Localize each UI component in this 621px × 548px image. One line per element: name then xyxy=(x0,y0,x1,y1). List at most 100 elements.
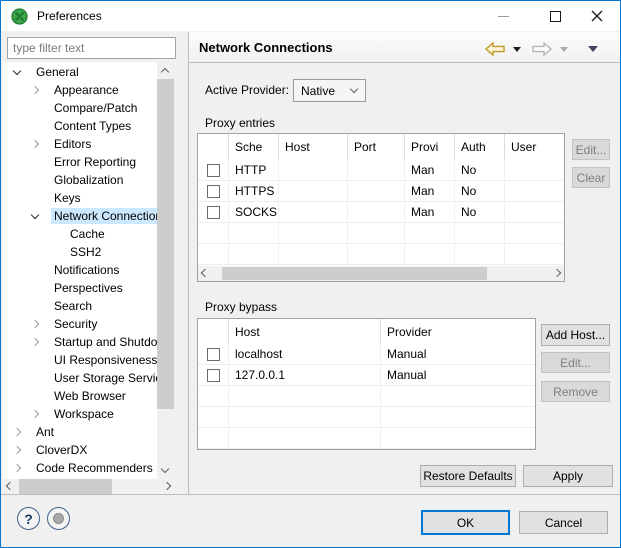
proxy-bypass-table: Host Provider localhost Manual 127.0.0.1… xyxy=(197,318,536,450)
tree-item-editors[interactable]: Editors xyxy=(3,135,157,153)
scroll-right-icon[interactable] xyxy=(163,482,171,490)
row-checkbox[interactable] xyxy=(207,369,220,382)
table-row[interactable]: localhost Manual xyxy=(198,344,535,365)
tree-item-ant[interactable]: Ant xyxy=(3,423,157,441)
active-provider-select[interactable]: Native xyxy=(293,79,366,102)
add-host-button[interactable]: Add Host... xyxy=(541,324,610,346)
filter-input[interactable] xyxy=(7,37,176,59)
table-row[interactable]: HTTP Man No xyxy=(198,160,564,181)
row-checkbox[interactable] xyxy=(207,164,220,177)
row-checkbox[interactable] xyxy=(207,185,220,198)
dropdown-icon xyxy=(513,47,521,52)
tree-vertical-scrollbar[interactable] xyxy=(157,62,174,479)
dropdown-icon xyxy=(560,47,568,52)
scroll-left-icon[interactable] xyxy=(201,269,209,277)
table-horizontal-scrollbar[interactable] xyxy=(198,266,564,281)
view-menu-button[interactable] xyxy=(588,46,598,52)
help-button[interactable]: ? xyxy=(17,507,40,530)
tree-item-content-types[interactable]: Content Types xyxy=(3,117,157,135)
proxy-entries-edit-button[interactable]: Edit... xyxy=(572,139,610,160)
column-header-host[interactable]: Host xyxy=(279,134,348,160)
page-title: Network Connections xyxy=(199,40,333,55)
proxy-entries-clear-button[interactable]: Clear xyxy=(572,167,610,188)
tree-item-security[interactable]: Security xyxy=(3,315,157,333)
tree-item-cloverdx[interactable]: CloverDX xyxy=(3,441,157,459)
forward-button[interactable] xyxy=(532,42,552,56)
chevron-right-icon[interactable] xyxy=(31,410,39,418)
tree-item-code-recommenders[interactable]: Code Recommenders xyxy=(3,459,157,477)
chevron-down-icon[interactable] xyxy=(13,66,21,74)
back-button[interactable] xyxy=(485,42,505,56)
proxy-bypass-header: Host Provider xyxy=(198,319,535,344)
scroll-right-icon[interactable] xyxy=(553,269,561,277)
row-checkbox[interactable] xyxy=(207,206,220,219)
tree-item-keys[interactable]: Keys xyxy=(3,189,157,207)
ok-button[interactable]: OK xyxy=(421,510,510,535)
maximize-button[interactable] xyxy=(535,1,575,31)
scrollbar-thumb[interactable] xyxy=(19,479,112,494)
tree-item-cache[interactable]: Cache xyxy=(3,225,157,243)
scroll-down-icon[interactable] xyxy=(161,465,169,473)
panel-divider[interactable] xyxy=(188,32,189,494)
forward-arrow-icon xyxy=(532,42,552,56)
column-header-provider[interactable]: Provi xyxy=(405,134,455,160)
tree-item-compare-patch[interactable]: Compare/Patch xyxy=(3,99,157,117)
tree-item-ssh2[interactable]: SSH2 xyxy=(3,243,157,261)
preferences-tree: General Appearance Compare/Patch Content… xyxy=(3,62,157,479)
forward-menu-button[interactable] xyxy=(560,47,568,52)
chevron-down-icon[interactable] xyxy=(31,210,39,218)
chevron-right-icon[interactable] xyxy=(13,464,21,472)
column-header-host[interactable]: Host xyxy=(229,319,381,344)
tree-item-perspectives[interactable]: Perspectives xyxy=(3,279,157,297)
table-row[interactable]: 127.0.0.1 Manual xyxy=(198,365,535,386)
tree-item-ui-responsiveness[interactable]: UI Responsiveness Monitoring xyxy=(3,351,157,369)
chevron-right-icon[interactable] xyxy=(31,86,39,94)
preferences-dialog: Preferences General Appearance Compare/P… xyxy=(0,0,621,548)
proxy-bypass-remove-button[interactable]: Remove xyxy=(541,381,610,402)
preference-recorder-button[interactable] xyxy=(47,507,70,530)
row-checkbox[interactable] xyxy=(207,348,220,361)
minimize-button[interactable] xyxy=(483,1,523,31)
tree-item-network-connections[interactable]: Network Connections xyxy=(3,207,157,225)
chevron-right-icon[interactable] xyxy=(31,338,39,346)
tree-item-search[interactable]: Search xyxy=(3,297,157,315)
chevron-right-icon[interactable] xyxy=(31,140,39,148)
column-header-port[interactable]: Port xyxy=(348,134,405,160)
tree-item-notifications[interactable]: Notifications xyxy=(3,261,157,279)
proxy-bypass-edit-button[interactable]: Edit... xyxy=(541,352,610,373)
column-header-provider[interactable]: Provider xyxy=(381,319,535,344)
table-row[interactable]: SOCKS Man No xyxy=(198,202,564,223)
cancel-button[interactable]: Cancel xyxy=(519,511,608,534)
tree-item-general[interactable]: General xyxy=(3,63,157,81)
tree-item-user-storage[interactable]: User Storage Service xyxy=(3,369,157,387)
tree-item-web-browser[interactable]: Web Browser xyxy=(3,387,157,405)
column-header-user[interactable]: User xyxy=(505,134,564,160)
chevron-right-icon[interactable] xyxy=(13,428,21,436)
chevron-right-icon[interactable] xyxy=(31,320,39,328)
proxy-entries-table: Sche Host Port Provi Auth User HTTP Man … xyxy=(197,133,565,282)
maximize-icon xyxy=(550,11,561,22)
tree-item-appearance[interactable]: Appearance xyxy=(3,81,157,99)
tree-item-workspace[interactable]: Workspace xyxy=(3,405,157,423)
column-header-auth[interactable]: Auth xyxy=(455,134,505,160)
apply-button[interactable]: Apply xyxy=(523,465,613,487)
scroll-left-icon[interactable] xyxy=(6,482,14,490)
table-row[interactable]: HTTPS Man No xyxy=(198,181,564,202)
tree-item-startup-shutdown[interactable]: Startup and Shutdown xyxy=(3,333,157,351)
proxy-bypass-label: Proxy bypass xyxy=(205,300,277,314)
menu-icon xyxy=(588,46,598,52)
tree-item-error-reporting[interactable]: Error Reporting xyxy=(3,153,157,171)
column-header-schema[interactable]: Sche xyxy=(229,134,279,160)
record-icon xyxy=(53,513,64,524)
tree-horizontal-scrollbar[interactable] xyxy=(3,479,174,494)
scrollbar-thumb[interactable] xyxy=(157,79,174,409)
chevron-right-icon[interactable] xyxy=(13,446,21,454)
close-button[interactable] xyxy=(577,1,617,31)
restore-defaults-button[interactable]: Restore Defaults xyxy=(420,465,516,487)
footer-divider xyxy=(1,494,620,495)
header-checkbox-column xyxy=(198,319,229,344)
tree-item-globalization[interactable]: Globalization xyxy=(3,171,157,189)
scrollbar-thumb[interactable] xyxy=(222,267,487,280)
scroll-up-icon[interactable] xyxy=(161,68,169,76)
back-menu-button[interactable] xyxy=(513,47,521,52)
